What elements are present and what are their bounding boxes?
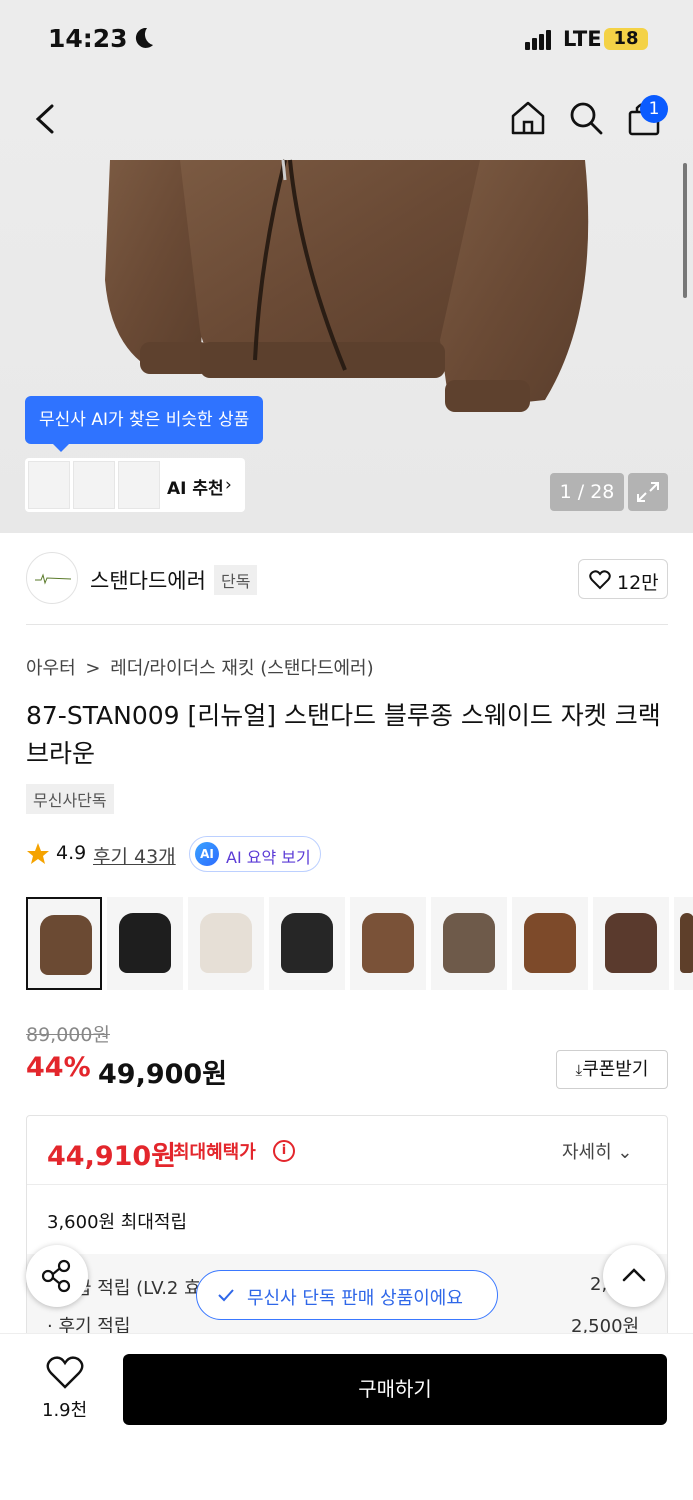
swatch-jacket-image (443, 913, 495, 973)
swatch-black[interactable] (107, 897, 183, 990)
swatch-jacket-image (680, 913, 693, 973)
heart-icon (589, 570, 611, 590)
network-label: LTE (563, 27, 602, 51)
brand-name[interactable]: 스탠다드에러 (90, 565, 206, 595)
star-icon (27, 843, 49, 864)
toast-text: 무신사 단독 판매 상품이에요 (247, 1288, 463, 1309)
expand-icon[interactable] (628, 473, 668, 511)
ai-similar-tooltip: 무신사 AI가 찾은 비슷한 상품 (25, 396, 264, 452)
ai-thumb (73, 461, 115, 509)
chevron-up-icon (622, 1268, 646, 1282)
swatch-dark-brown[interactable] (593, 897, 669, 990)
battery-icon: 18 (604, 28, 648, 50)
swatch-partial[interactable] (674, 897, 693, 990)
swatch-jacket-image (362, 913, 414, 973)
image-pager: 1 / 28 (550, 473, 624, 511)
chevron-right-icon: › (225, 475, 232, 495)
ai-badge-icon: AI (195, 842, 219, 866)
heart-icon (46, 1356, 84, 1389)
rating-score: 4.9 (56, 842, 87, 864)
current-price: 49,900원 (98, 1059, 228, 1090)
swatch-jacket-image (119, 913, 171, 973)
swatch-jacket-image (200, 913, 252, 973)
swatch-jacket-image (605, 913, 657, 973)
wishlist-count: 1.9천 (42, 1400, 88, 1421)
breadcrumb-subcategory[interactable]: 레더/라이더스 재킷 (스탠다드에러) (110, 658, 373, 679)
swatch-jacket-image (524, 913, 576, 973)
swatch-taupe[interactable] (431, 897, 507, 990)
divider (27, 1184, 667, 1185)
brand-logo[interactable] (26, 552, 78, 604)
share-icon (41, 1259, 71, 1293)
product-title: 87-STAN009 [리뉴얼] 스탠다드 블루종 스웨이드 자켓 크랙 브라운 (26, 701, 661, 768)
share-button[interactable] (26, 1245, 88, 1307)
swatch-rust[interactable] (512, 897, 588, 990)
brand-like-button[interactable]: 12만 (578, 559, 668, 599)
chevron-down-icon: ⌄ (617, 1142, 633, 1163)
scroll-top-button[interactable] (603, 1245, 665, 1307)
brand-like-count: 12만 (617, 572, 659, 594)
swatch-brown-selected[interactable] (26, 897, 102, 990)
exclusive-tag: 무신사단독 (26, 784, 114, 814)
home-icon[interactable] (508, 98, 548, 138)
max-benefit-label: 최대혜택가 (173, 1142, 256, 1163)
benefit-detail-button[interactable]: 자세히 ⌄ (562, 1138, 633, 1164)
back-icon[interactable] (30, 102, 60, 136)
breadcrumb-separator: > (85, 658, 101, 679)
status-bar: 14:23 LTE 18 (0, 0, 693, 80)
status-time: 14:23 (48, 24, 128, 53)
breadcrumb: 아우터 > 레더/라이더스 재킷 (스탠다드에러) (26, 654, 374, 680)
benefit-detail-label: 자세히 (562, 1142, 612, 1163)
divider (26, 624, 668, 625)
swatch-jacket-image (281, 913, 333, 973)
ai-summary-label: AI 요약 보기 (226, 848, 311, 867)
max-benefit-price: 44,910원 (47, 1141, 177, 1172)
original-price: 89,000원 (26, 1024, 110, 1046)
signal-icon (525, 30, 553, 50)
ai-thumb (118, 461, 160, 509)
check-icon (218, 1289, 234, 1302)
reviews-link[interactable]: 후기 43개 (93, 842, 176, 869)
breadcrumb-category[interactable]: 아우터 (26, 658, 76, 679)
exclusive-toast: 무신사 단독 판매 상품이에요 (196, 1270, 498, 1320)
coupon-button[interactable]: ⤓쿠폰받기 (556, 1050, 668, 1089)
coupon-label: 쿠폰받기 (582, 1059, 649, 1080)
max-points: 3,600원 최대적립 (47, 1212, 188, 1233)
cart-count-badge: 1 (640, 95, 668, 123)
search-icon[interactable] (566, 98, 606, 138)
ai-thumb (28, 461, 70, 509)
info-icon[interactable]: i (273, 1140, 295, 1162)
buy-button[interactable]: 구매하기 (123, 1354, 667, 1425)
ai-recommend-button[interactable]: AI 추천 › (25, 458, 245, 512)
moon-icon (135, 27, 153, 48)
swatch-black-leather[interactable] (269, 897, 345, 990)
swatch-jacket-image (40, 915, 92, 975)
brand-exclusive-tag: 단독 (214, 565, 258, 595)
swatch-brown-2[interactable] (350, 897, 426, 990)
ai-summary-button[interactable]: AI AI 요약 보기 (189, 836, 321, 872)
ai-recommend-label: AI 추천 (167, 479, 224, 499)
scrollbar[interactable] (683, 163, 687, 298)
swatch-ivory[interactable] (188, 897, 264, 990)
discount-rate: 44% (26, 1052, 91, 1083)
